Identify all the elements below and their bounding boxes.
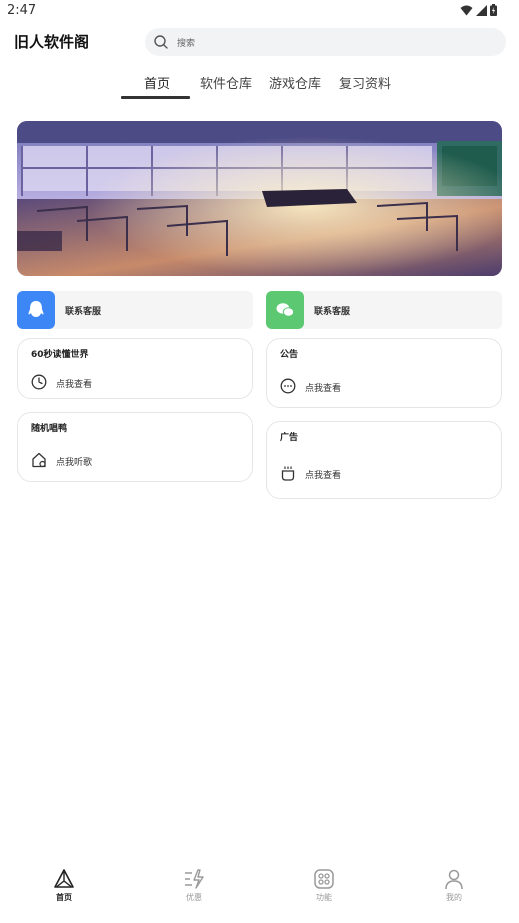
bottom-nav: 首页 优惠 功能 我的 xyxy=(0,862,519,923)
top-tabs: 首页 软件仓库 游戏仓库 复习资料 xyxy=(0,70,519,100)
home-icon xyxy=(54,869,74,888)
banner-image[interactable] xyxy=(17,121,502,276)
nav-discount[interactable]: 优惠 xyxy=(164,868,224,903)
search-box[interactable]: 搜索 xyxy=(145,28,506,56)
feature-card-ad[interactable]: 广告 点我查看 xyxy=(266,421,502,499)
more-icon xyxy=(280,378,296,394)
tab-study[interactable]: 复习资料 xyxy=(339,73,391,92)
feature-title: 公告 xyxy=(280,350,299,360)
signal-icon xyxy=(476,4,487,16)
profile-icon xyxy=(445,869,463,890)
contact-qq-card[interactable]: 联系客服 xyxy=(17,291,253,329)
feature-card-music[interactable]: 随机唱鸭 点我听歌 xyxy=(17,412,253,482)
tab-games[interactable]: 游戏仓库 xyxy=(269,73,321,92)
status-time: 2:47 xyxy=(7,3,37,18)
nav-home-label: 首页 xyxy=(56,893,72,902)
classroom-illustration xyxy=(17,121,502,276)
feature-card-notice[interactable]: 公告 点我查看 xyxy=(266,338,502,408)
nav-profile[interactable]: 我的 xyxy=(424,868,484,903)
qq-icon xyxy=(17,291,55,329)
nav-features[interactable]: 功能 xyxy=(294,868,354,903)
wifi-icon xyxy=(460,5,473,15)
nav-features-label: 功能 xyxy=(316,893,332,902)
feature-action: 点我查看 xyxy=(305,384,342,394)
status-bar: 2:47 xyxy=(0,0,519,24)
feature-title: 60秒读懂世界 xyxy=(31,350,89,360)
nav-discount-label: 优惠 xyxy=(186,893,202,902)
features-icon xyxy=(314,869,334,889)
discount-icon xyxy=(185,869,204,889)
feature-action: 点我查看 xyxy=(305,471,342,481)
feature-action: 点我查看 xyxy=(56,380,93,390)
nav-profile-label: 我的 xyxy=(446,893,462,902)
search-placeholder: 搜索 xyxy=(177,39,196,49)
feature-card-news[interactable]: 60秒读懂世界 点我查看 xyxy=(17,338,253,399)
app-header: 旧人软件阁 搜索 xyxy=(0,26,519,58)
feature-action: 点我听歌 xyxy=(56,458,93,468)
search-icon xyxy=(154,35,168,49)
feature-title: 广告 xyxy=(280,433,299,443)
tab-home[interactable]: 首页 xyxy=(144,73,170,92)
tab-indicator xyxy=(121,96,190,99)
nav-home[interactable]: 首页 xyxy=(34,868,94,903)
clock-icon xyxy=(31,374,47,390)
battery-icon xyxy=(490,4,497,16)
cup-icon xyxy=(281,466,295,481)
feature-title: 随机唱鸭 xyxy=(31,424,68,434)
tab-software[interactable]: 软件仓库 xyxy=(200,73,252,92)
app-title: 旧人软件阁 xyxy=(14,33,90,51)
contact-wechat-card[interactable]: 联系客服 xyxy=(266,291,502,329)
contact-qq-label: 联系客服 xyxy=(65,307,102,317)
wechat-icon xyxy=(266,291,304,329)
contact-wechat-label: 联系客服 xyxy=(314,307,351,317)
music-home-icon xyxy=(32,452,46,468)
status-icons xyxy=(460,4,497,16)
